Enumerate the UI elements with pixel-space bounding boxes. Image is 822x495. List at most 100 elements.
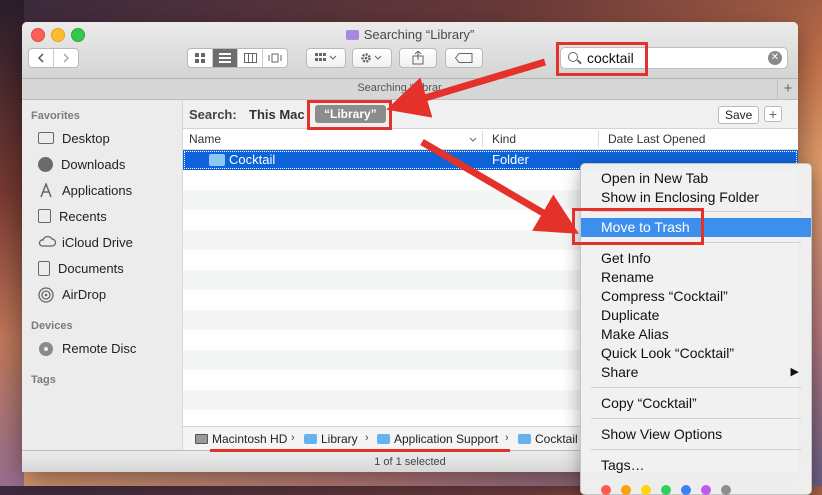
icon-view-button[interactable] bbox=[188, 49, 213, 67]
path-separator: › bbox=[291, 432, 295, 444]
save-search-button[interactable]: Save bbox=[718, 106, 760, 124]
back-forward-control bbox=[28, 48, 79, 68]
folder-icon bbox=[518, 434, 531, 444]
path-item-label: Cocktail bbox=[535, 432, 578, 446]
folder-icon bbox=[377, 434, 390, 444]
search-scope-bar: Search: This Mac “Library” Save + bbox=[183, 100, 798, 129]
menu-item-duplicate[interactable]: Duplicate bbox=[581, 306, 811, 325]
sidebar-item-label: Desktop bbox=[62, 130, 110, 146]
menu-item-copy[interactable]: Copy “Cocktail” bbox=[581, 394, 811, 413]
tag-color-dot[interactable] bbox=[721, 485, 731, 495]
chevron-left-icon bbox=[37, 53, 44, 63]
tag-color-dot[interactable] bbox=[661, 485, 671, 495]
airdrop-icon bbox=[38, 287, 54, 303]
forward-button[interactable] bbox=[54, 49, 78, 67]
hard-drive-icon bbox=[195, 434, 208, 444]
tag-color-dot[interactable] bbox=[641, 485, 651, 495]
recents-icon bbox=[38, 209, 51, 223]
column-name-header[interactable]: Name bbox=[189, 132, 221, 146]
tab-searching-library[interactable]: Searching “Librar bbox=[22, 82, 777, 94]
column-view-button[interactable] bbox=[238, 49, 263, 67]
list-view-button[interactable] bbox=[213, 49, 238, 67]
sidebar-item-downloads[interactable]: Downloads bbox=[38, 153, 125, 175]
add-criteria-button[interactable]: + bbox=[764, 106, 782, 122]
path-separator: › bbox=[365, 432, 369, 444]
favorites-header: Favorites bbox=[31, 110, 80, 122]
group-icon bbox=[315, 53, 337, 61]
view-mode-control bbox=[187, 48, 288, 68]
back-button[interactable] bbox=[29, 49, 54, 67]
sidebar-item-label: Applications bbox=[62, 182, 133, 198]
sidebar-item-label: iCloud Drive bbox=[62, 234, 133, 250]
new-tab-button[interactable]: + bbox=[777, 79, 798, 99]
title-bar: Searching “Library” cocktail ✕ bbox=[22, 22, 798, 79]
menu-item-show-in-enclosing-folder[interactable]: Show in Enclosing Folder bbox=[581, 188, 811, 207]
annotation-box-move-to-trash bbox=[572, 208, 704, 245]
path-item-macintosh-hd[interactable]: Macintosh HD bbox=[195, 432, 287, 446]
menu-item-quick-look[interactable]: Quick Look “Cocktail” bbox=[581, 344, 811, 363]
menu-item-tags[interactable]: Tags… bbox=[581, 456, 811, 475]
column-divider[interactable] bbox=[482, 131, 483, 147]
clear-search-button[interactable]: ✕ bbox=[768, 51, 782, 65]
column-date-header[interactable]: Date Last Opened bbox=[608, 132, 705, 146]
columns-icon bbox=[243, 53, 257, 63]
sidebar-item-label: Remote Disc bbox=[62, 340, 137, 356]
tags-header: Tags bbox=[31, 374, 56, 386]
tag-color-dot[interactable] bbox=[621, 485, 631, 495]
applications-icon bbox=[38, 181, 54, 198]
file-name: Cocktail bbox=[229, 152, 276, 167]
menu-separator bbox=[591, 418, 801, 419]
edit-tags-button[interactable] bbox=[445, 48, 483, 68]
sidebar-item-applications[interactable]: Applications bbox=[38, 179, 132, 201]
menu-item-compress[interactable]: Compress “Cocktail” bbox=[581, 287, 811, 306]
tag-icon bbox=[455, 53, 473, 63]
path-item-cocktail[interactable]: Cocktail bbox=[518, 432, 578, 446]
desktop-icon bbox=[38, 132, 54, 144]
column-kind-header[interactable]: Kind bbox=[492, 132, 516, 146]
chevron-right-icon bbox=[63, 53, 70, 63]
sidebar-item-documents[interactable]: Documents bbox=[38, 257, 124, 279]
menu-item-open-in-new-tab[interactable]: Open in New Tab bbox=[581, 169, 811, 188]
icloud-icon bbox=[38, 235, 57, 249]
tag-color-picker bbox=[601, 485, 741, 495]
sidebar-item-desktop[interactable]: Desktop bbox=[38, 127, 110, 149]
menu-item-show-view-options[interactable]: Show View Options bbox=[581, 425, 811, 444]
folder-icon bbox=[209, 154, 225, 166]
share-icon bbox=[412, 51, 424, 65]
menu-item-rename[interactable]: Rename bbox=[581, 268, 811, 287]
downloads-icon bbox=[38, 156, 53, 172]
tag-color-dot[interactable] bbox=[701, 485, 711, 495]
submenu-arrow-icon: ▶ bbox=[790, 366, 799, 378]
menu-item-share[interactable]: Share ▶ bbox=[581, 363, 811, 382]
annotation-box-library-scope bbox=[307, 100, 392, 130]
group-by-button[interactable] bbox=[306, 48, 346, 68]
gear-icon bbox=[361, 53, 382, 63]
action-button[interactable] bbox=[352, 48, 392, 68]
column-divider[interactable] bbox=[598, 131, 599, 147]
menu-item-get-info[interactable]: Get Info bbox=[581, 249, 811, 268]
column-header: Name Kind Date Last Opened bbox=[183, 129, 798, 150]
window-title-text: Searching “Library” bbox=[363, 27, 475, 42]
gallery-view-button[interactable] bbox=[263, 49, 287, 67]
documents-icon bbox=[38, 260, 50, 276]
path-item-label: Macintosh HD bbox=[212, 432, 288, 446]
file-kind: Folder bbox=[492, 152, 529, 167]
scope-this-mac-button[interactable]: This Mac bbox=[249, 107, 305, 122]
annotation-underline-path bbox=[210, 449, 510, 452]
sidebar-item-label: Downloads bbox=[61, 156, 126, 172]
sidebar-item-icloud-drive[interactable]: iCloud Drive bbox=[38, 231, 133, 253]
sidebar-item-remote-disc[interactable]: Remote Disc bbox=[38, 337, 136, 359]
menu-separator bbox=[591, 387, 801, 388]
tag-color-dot[interactable] bbox=[601, 485, 611, 495]
devices-header: Devices bbox=[31, 320, 73, 332]
sidebar-item-airdrop[interactable]: AirDrop bbox=[38, 283, 106, 305]
tag-color-dot[interactable] bbox=[681, 485, 691, 495]
path-item-application-support[interactable]: Application Support bbox=[377, 432, 498, 446]
menu-item-make-alias[interactable]: Make Alias bbox=[581, 325, 811, 344]
disc-icon bbox=[38, 341, 54, 356]
grid-icon bbox=[194, 52, 205, 63]
sidebar-item-recents[interactable]: Recents bbox=[38, 205, 107, 227]
share-button[interactable] bbox=[399, 48, 437, 68]
path-item-library[interactable]: Library bbox=[304, 432, 358, 446]
sidebar-item-label: Documents bbox=[58, 260, 124, 276]
